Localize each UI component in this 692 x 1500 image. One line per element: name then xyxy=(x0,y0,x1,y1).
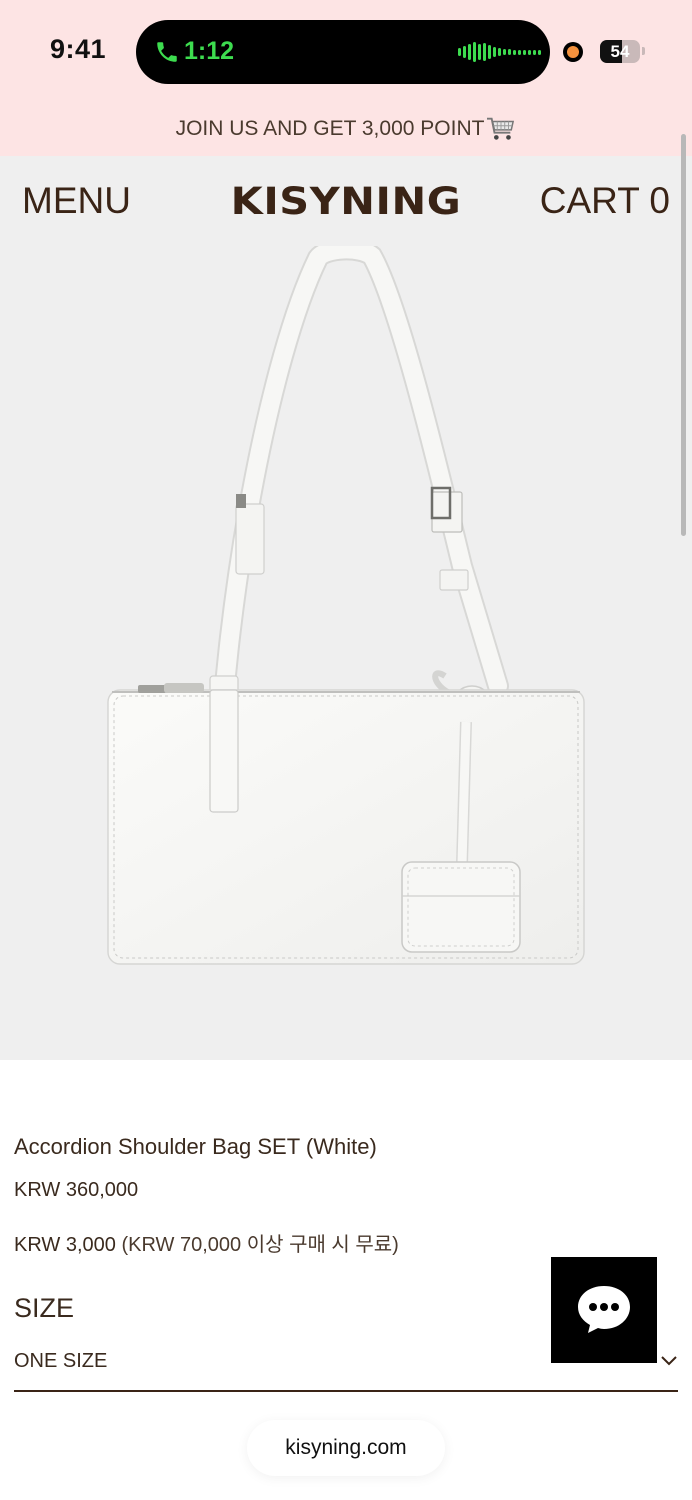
size-selected-value: ONE SIZE xyxy=(14,1350,108,1372)
recording-indicator-icon xyxy=(563,42,583,62)
site-header: MENU KISYNING CART 0 xyxy=(0,156,692,246)
status-time: 9:41 xyxy=(50,34,107,64)
call-duration: 1:12 xyxy=(184,37,235,65)
battery-level: 54 xyxy=(610,42,630,61)
battery-icon: 54 xyxy=(600,40,640,63)
chat-button[interactable] xyxy=(551,1257,657,1363)
phone-icon xyxy=(157,42,177,62)
chat-bubble-icon xyxy=(578,1286,630,1333)
shipping-fee: KRW 3,000 xyxy=(14,1234,116,1256)
shopping-cart-icon xyxy=(487,117,515,140)
chevron-down-icon xyxy=(661,1356,677,1366)
product-title: Accordion Shoulder Bag SET (White) xyxy=(14,1134,377,1159)
promo-banner[interactable]: JOIN US AND GET 3,000 POINT xyxy=(0,102,692,156)
promo-text: JOIN US AND GET 3,000 POINT xyxy=(175,117,485,140)
product-image[interactable] xyxy=(0,238,692,1060)
brand-logo-text: KISYNING xyxy=(230,180,462,223)
shipping-note: (KRW 70,000 이상 구매 시 무료) xyxy=(121,1234,399,1256)
audio-waveform-icon xyxy=(458,42,541,62)
dynamic-island[interactable]: 1:12 xyxy=(136,20,550,84)
product-price: KRW 360,000 xyxy=(14,1179,139,1201)
scrollbar[interactable] xyxy=(681,134,686,536)
shipping-info: KRW 3,000 (KRW 70,000 이상 구매 시 무료) xyxy=(14,1228,399,1257)
browser-url-bar[interactable]: kisyning.com xyxy=(247,1420,445,1476)
battery-nub xyxy=(642,47,645,55)
size-label: SIZE xyxy=(14,1293,75,1323)
shoulder-bag-image xyxy=(107,238,585,965)
cart-button[interactable]: CART 0 xyxy=(540,180,670,222)
status-bar: 9:41 1:12 54 xyxy=(0,0,692,102)
